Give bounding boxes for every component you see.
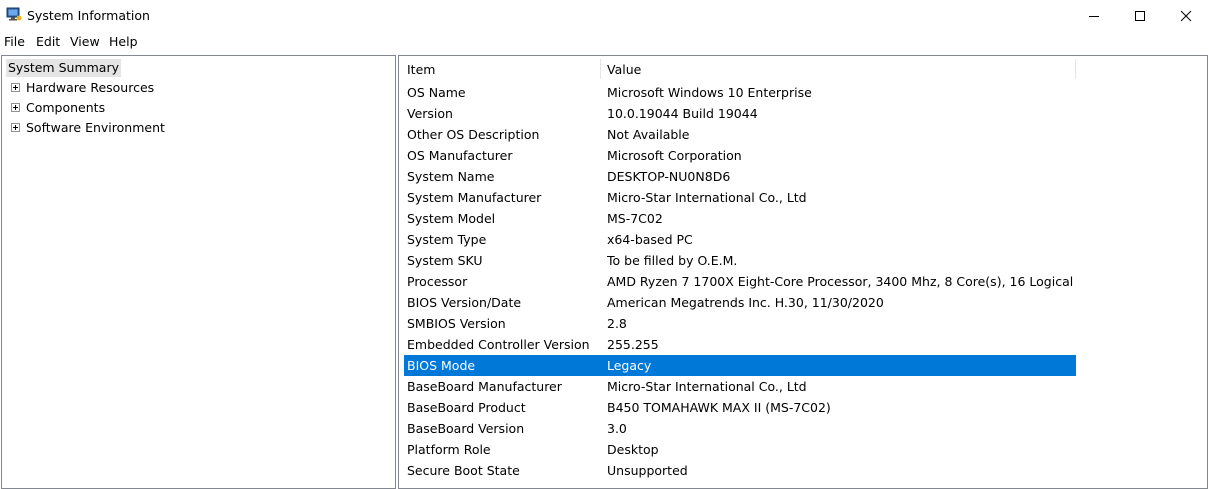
table-row[interactable]: OS Name Microsoft Windows 10 Enterprise (404, 82, 1076, 103)
row-value: AMD Ryzen 7 1700X Eight-Core Processor, … (607, 274, 1075, 289)
menu-bar: File Edit View Help (0, 31, 1209, 52)
tree-item-system-summary[interactable]: System Summary (6, 59, 121, 77)
row-item: OS Name (407, 85, 466, 100)
row-value: 3.0 (607, 421, 627, 436)
title-bar: System Information (0, 0, 1209, 31)
row-item: Processor (407, 274, 468, 289)
system-information-app-icon (6, 7, 22, 21)
tree-item-label: Hardware Resources (26, 80, 155, 95)
close-icon (1180, 10, 1192, 21)
row-item: Platform Role (407, 442, 491, 457)
table-row[interactable]: System Model MS-7C02 (404, 208, 1076, 229)
tree-item-label: Software Environment (26, 120, 165, 135)
column-header-item[interactable]: Item (407, 62, 435, 77)
row-item: Secure Boot State (407, 463, 520, 478)
table-row[interactable]: Processor AMD Ryzen 7 1700X Eight-Core Pr… (404, 271, 1076, 292)
menu-edit[interactable]: Edit (36, 34, 60, 49)
table-row[interactable]: BIOS Version/Date American Megatrends Inc… (404, 292, 1076, 313)
window-title: System Information (27, 8, 150, 23)
row-value: American Megatrends Inc. H.30, 11/30/202… (607, 295, 884, 310)
table-row[interactable]: System Manufacturer Micro-Star Internatio… (404, 187, 1076, 208)
row-value: x64-based PC (607, 232, 693, 247)
table-row[interactable]: System Name DESKTOP-NU0N8D6 (404, 166, 1076, 187)
row-item: BaseBoard Product (407, 400, 526, 415)
menu-file[interactable]: File (4, 34, 25, 49)
row-item: System Model (407, 211, 496, 226)
row-value: Micro-Star International Co., Ltd (607, 190, 807, 205)
close-button[interactable] (1163, 0, 1209, 31)
row-item: Embedded Controller Version (407, 337, 590, 352)
row-value: 10.0.19044 Build 19044 (607, 106, 758, 121)
row-value: DESKTOP-NU0N8D6 (607, 169, 731, 184)
row-item: Version (407, 106, 453, 121)
row-item: BIOS Mode (407, 358, 476, 373)
row-value: 2.8 (607, 316, 627, 331)
row-item: BIOS Version/Date (407, 295, 522, 310)
column-header-value[interactable]: Value (607, 62, 641, 77)
maximize-button[interactable] (1117, 0, 1163, 31)
table-row[interactable]: Other OS Description Not Available (404, 124, 1076, 145)
table-row[interactable]: Embedded Controller Version 255.255 (404, 334, 1076, 355)
menu-help[interactable]: Help (109, 34, 138, 49)
row-item: SMBIOS Version (407, 316, 506, 331)
table-row-selected[interactable]: BIOS Mode Legacy (404, 355, 1076, 376)
row-item: System Type (407, 232, 487, 247)
table-row[interactable]: Platform Role Desktop (404, 439, 1076, 460)
tree-expander-plus-icon[interactable] (11, 83, 20, 92)
table-row[interactable]: BaseBoard Product B450 TOMAHAWK MAX II (M… (404, 397, 1076, 418)
row-item: Other OS Description (407, 127, 540, 142)
row-value: To be filled by O.E.M. (607, 253, 738, 268)
row-value: Unsupported (607, 463, 688, 478)
row-value: MS-7C02 (607, 211, 663, 226)
table-row[interactable]: System SKU To be filled by O.E.M. (404, 250, 1076, 271)
row-item: BaseBoard Manufacturer (407, 379, 562, 394)
category-tree[interactable]: System Summary Hardware Resources Compon… (1, 55, 396, 489)
row-value: Not Available (607, 127, 690, 142)
table-row[interactable]: Version 10.0.19044 Build 19044 (404, 103, 1076, 124)
row-value: Desktop (607, 442, 659, 457)
row-value: Micro-Star International Co., Ltd (607, 379, 807, 394)
row-value: Microsoft Windows 10 Enterprise (607, 85, 812, 100)
list-header: Item Value (399, 56, 1207, 80)
row-item: OS Manufacturer (407, 148, 513, 163)
row-item: BaseBoard Version (407, 421, 525, 436)
table-row[interactable]: BaseBoard Manufacturer Micro-Star Interna… (404, 376, 1076, 397)
menu-view[interactable]: View (70, 34, 100, 49)
maximize-icon (1135, 10, 1145, 21)
table-row[interactable]: OS Manufacturer Microsoft Corporation (404, 145, 1076, 166)
row-item: System Name (407, 169, 495, 184)
minimize-icon (1089, 15, 1099, 17)
row-value: B450 TOMAHAWK MAX II (MS-7C02) (607, 400, 831, 415)
tree-expander-plus-icon[interactable] (11, 103, 20, 112)
tree-expander-plus-icon[interactable] (11, 123, 20, 132)
row-value: Legacy (607, 358, 652, 373)
table-row[interactable]: BaseBoard Version 3.0 (404, 418, 1076, 439)
tree-item-software-environment[interactable]: Software Environment (26, 119, 165, 137)
row-item: System SKU (407, 253, 483, 268)
column-divider[interactable] (1075, 59, 1076, 79)
details-list[interactable]: Item Value OS Name Microsoft Windows 10 E… (398, 55, 1208, 489)
row-value: 255.255 (607, 337, 659, 352)
tree-item-label: Components (26, 100, 106, 115)
tree-item-label: System Summary (8, 60, 119, 75)
row-value: Microsoft Corporation (607, 148, 742, 163)
table-row[interactable]: SMBIOS Version 2.8 (404, 313, 1076, 334)
minimize-button[interactable] (1071, 0, 1117, 31)
table-row[interactable]: System Type x64-based PC (404, 229, 1076, 250)
row-item: System Manufacturer (407, 190, 542, 205)
tree-item-hardware-resources[interactable]: Hardware Resources (26, 79, 154, 97)
table-row[interactable]: Secure Boot State Unsupported (404, 460, 1076, 481)
tree-item-components[interactable]: Components (26, 99, 105, 117)
column-divider[interactable] (600, 59, 601, 79)
